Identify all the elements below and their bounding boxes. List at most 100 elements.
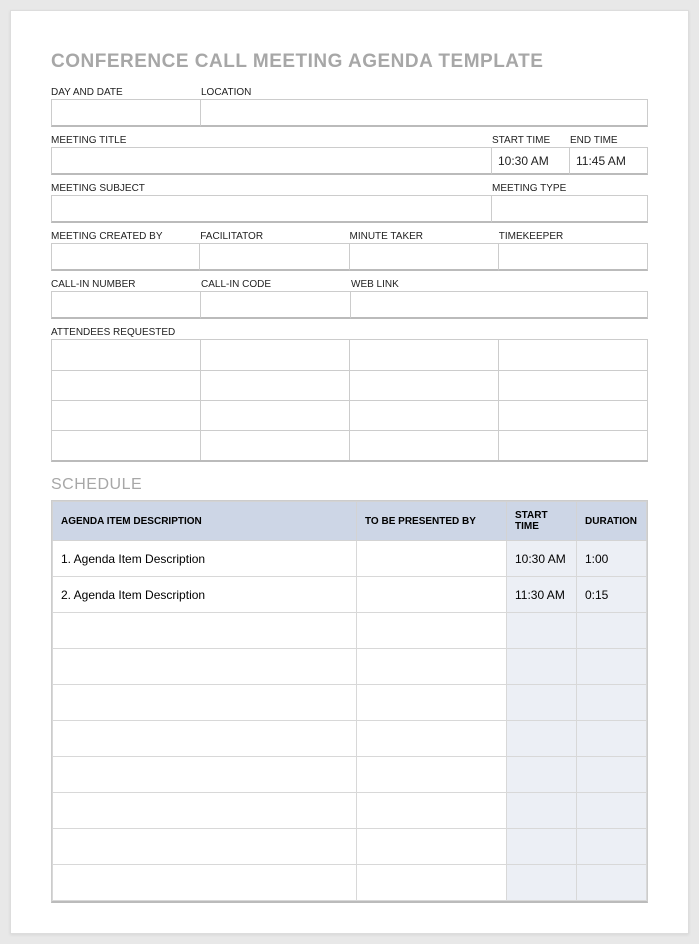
label-meeting-type: MEETING TYPE — [492, 183, 648, 194]
schedule-cell-start[interactable] — [507, 865, 577, 901]
field-meeting-type: MEETING TYPE — [492, 183, 648, 223]
schedule-cell-presented[interactable] — [357, 541, 507, 577]
schedule-cell-start[interactable] — [507, 829, 577, 865]
schedule-cell-presented[interactable] — [357, 685, 507, 721]
schedule-cell-start[interactable] — [507, 757, 577, 793]
schedule-cell-start[interactable] — [507, 649, 577, 685]
label-timekeeper: TIMEKEEPER — [499, 231, 648, 242]
schedule-cell-start[interactable]: 11:30 AM — [507, 577, 577, 613]
schedule-cell-duration[interactable] — [577, 793, 647, 829]
attendee-cell[interactable] — [52, 340, 201, 370]
row-subject-type: MEETING SUBJECT MEETING TYPE — [51, 183, 648, 223]
schedule-cell-start[interactable] — [507, 721, 577, 757]
schedule-row — [53, 829, 647, 865]
schedule-cell-duration[interactable]: 0:15 — [577, 577, 647, 613]
schedule-cell-presented[interactable] — [357, 721, 507, 757]
attendees-grid — [51, 339, 648, 462]
attendee-cell[interactable] — [499, 430, 648, 460]
attendee-cell[interactable] — [201, 340, 350, 370]
schedule-cell-duration[interactable] — [577, 685, 647, 721]
schedule-cell-desc[interactable] — [53, 721, 357, 757]
attendee-cell[interactable] — [201, 430, 350, 460]
schedule-header-duration: DURATION — [577, 502, 647, 541]
schedule-cell-presented[interactable] — [357, 649, 507, 685]
attendee-cell[interactable] — [499, 400, 648, 430]
input-callin-code[interactable] — [201, 291, 351, 319]
schedule-cell-presented[interactable] — [357, 613, 507, 649]
attendee-cell[interactable] — [350, 340, 499, 370]
schedule-cell-presented[interactable] — [357, 757, 507, 793]
schedule-cell-desc[interactable] — [53, 685, 357, 721]
label-web-link: WEB LINK — [351, 279, 648, 290]
input-meeting-title[interactable] — [51, 147, 492, 175]
schedule-cell-duration[interactable] — [577, 829, 647, 865]
schedule-cell-start[interactable] — [507, 613, 577, 649]
schedule-cell-presented[interactable] — [357, 829, 507, 865]
field-minute-taker: MINUTE TAKER — [350, 231, 499, 271]
input-day-date[interactable] — [51, 99, 201, 127]
schedule-cell-desc[interactable] — [53, 757, 357, 793]
schedule-cell-duration[interactable] — [577, 649, 647, 685]
schedule-cell-desc[interactable] — [53, 829, 357, 865]
schedule-row: 2. Agenda Item Description 11:30 AM0:15 — [53, 577, 647, 613]
schedule-cell-duration[interactable]: 1:00 — [577, 541, 647, 577]
schedule-row — [53, 865, 647, 901]
schedule-cell-presented[interactable] — [357, 577, 507, 613]
schedule-cell-desc[interactable] — [53, 793, 357, 829]
schedule-cell-presented[interactable] — [357, 865, 507, 901]
input-minute-taker[interactable] — [350, 243, 499, 271]
input-web-link[interactable] — [351, 291, 648, 319]
schedule-row — [53, 613, 647, 649]
document-page: CONFERENCE CALL MEETING AGENDA TEMPLATE … — [10, 10, 689, 934]
attendee-cell[interactable] — [52, 400, 201, 430]
schedule-cell-start[interactable]: 10:30 AM — [507, 541, 577, 577]
attendee-cell[interactable] — [201, 370, 350, 400]
attendee-cell[interactable] — [52, 370, 201, 400]
attendee-cell[interactable] — [499, 370, 648, 400]
attendee-cell[interactable] — [201, 400, 350, 430]
attendee-cell[interactable] — [52, 430, 201, 460]
schedule-header-presented: TO BE PRESENTED BY — [357, 502, 507, 541]
input-start-time[interactable]: 10:30 AM — [492, 147, 570, 175]
schedule-cell-presented[interactable] — [357, 793, 507, 829]
row-title-times: MEETING TITLE START TIME 10:30 AM END TI… — [51, 135, 648, 175]
input-location[interactable] — [201, 99, 648, 127]
label-callin-number: CALL-IN NUMBER — [51, 279, 201, 290]
input-timekeeper[interactable] — [499, 243, 648, 271]
schedule-row — [53, 721, 647, 757]
attendee-cell[interactable] — [350, 370, 499, 400]
schedule-cell-desc[interactable]: 1. Agenda Item Description — [53, 541, 357, 577]
schedule-cell-duration[interactable] — [577, 721, 647, 757]
field-created-by: MEETING CREATED BY — [51, 231, 200, 271]
schedule-cell-desc[interactable] — [53, 649, 357, 685]
input-facilitator[interactable] — [200, 243, 349, 271]
schedule-heading: SCHEDULE — [51, 476, 648, 494]
attendee-cell[interactable] — [350, 430, 499, 460]
input-end-time[interactable]: 11:45 AM — [570, 147, 648, 175]
label-location: LOCATION — [201, 87, 648, 98]
schedule-cell-duration[interactable] — [577, 865, 647, 901]
field-start-time: START TIME 10:30 AM — [492, 135, 570, 175]
schedule-row: 1. Agenda Item Description 10:30 AM1:00 — [53, 541, 647, 577]
field-end-time: END TIME 11:45 AM — [570, 135, 648, 175]
schedule-cell-desc[interactable]: 2. Agenda Item Description — [53, 577, 357, 613]
label-facilitator: FACILITATOR — [200, 231, 349, 242]
label-callin-code: CALL-IN CODE — [201, 279, 351, 290]
input-callin-number[interactable] — [51, 291, 201, 319]
label-day-date: DAY AND DATE — [51, 87, 201, 98]
schedule-cell-desc[interactable] — [53, 613, 357, 649]
schedule-cell-duration[interactable] — [577, 757, 647, 793]
schedule-row — [53, 685, 647, 721]
schedule-cell-duration[interactable] — [577, 613, 647, 649]
schedule-cell-start[interactable] — [507, 685, 577, 721]
schedule-header-desc: AGENDA ITEM DESCRIPTION — [53, 502, 357, 541]
input-meeting-type[interactable] — [492, 195, 648, 223]
schedule-cell-desc[interactable] — [53, 865, 357, 901]
page-title: CONFERENCE CALL MEETING AGENDA TEMPLATE — [51, 51, 648, 73]
input-meeting-subject[interactable] — [51, 195, 492, 223]
attendee-cell[interactable] — [499, 340, 648, 370]
schedule-cell-start[interactable] — [507, 793, 577, 829]
input-created-by[interactable] — [51, 243, 200, 271]
attendee-cell[interactable] — [350, 400, 499, 430]
label-attendees: ATTENDEES REQUESTED — [51, 327, 648, 338]
